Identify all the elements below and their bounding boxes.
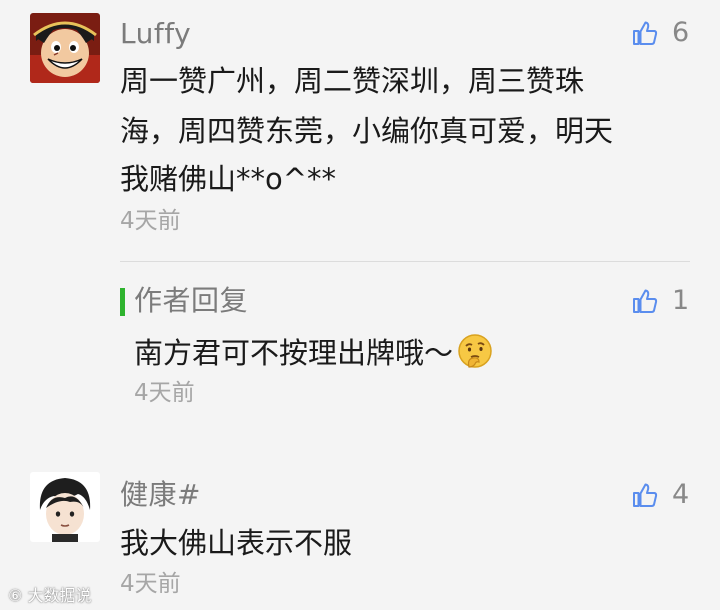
- comment-time: 4天前: [120, 208, 181, 234]
- author-reply-text: 南方君可不按理出牌哦～: [134, 336, 454, 370]
- anime-pirate-avatar-icon: [30, 13, 100, 83]
- divider: [120, 261, 690, 262]
- author-reply-text-row: 南方君可不按理出牌哦～: [134, 329, 493, 377]
- like-count: 1: [672, 285, 690, 316]
- like-count: 4: [672, 479, 690, 510]
- author-reply-label: 作者回复: [134, 284, 249, 317]
- thumbs-up-icon: [633, 289, 658, 313]
- comment-username[interactable]: Luffy: [120, 16, 191, 52]
- thinking-face-emoji-icon: [458, 334, 492, 368]
- avatar[interactable]: [30, 472, 100, 542]
- watermark-text: 大数据说: [27, 586, 92, 605]
- comment-username[interactable]: 健康#: [120, 477, 201, 513]
- comment-text-line: 我赌佛山**o^**: [120, 162, 337, 196]
- like-button[interactable]: 4: [632, 477, 689, 513]
- cartoon-boy-avatar-icon: [30, 472, 100, 542]
- avatar[interactable]: [30, 13, 100, 83]
- comment-text-line: 我大佛山表示不服: [120, 526, 353, 560]
- comment-time: 4天前: [120, 571, 181, 597]
- comment-text-line: 海，周四赞东莞，小编你真可爱，明天: [120, 114, 614, 148]
- author-reply-time: 4天前: [134, 380, 195, 406]
- thumbs-up-icon: [633, 21, 658, 45]
- thumbs-up-icon: [633, 483, 658, 507]
- watermark: ⑥ 大数据说: [8, 586, 91, 606]
- like-button[interactable]: 1: [632, 283, 689, 319]
- author-reply-accent-bar: [120, 288, 125, 316]
- comment-section: Luffy 6 周一赞广州，周二赞深圳，周三赞珠 海，周四赞东莞，小编你真可爱，…: [0, 0, 720, 610]
- comment-text-line: 周一赞广州，周二赞深圳，周三赞珠: [120, 64, 585, 98]
- like-button[interactable]: 6: [632, 15, 689, 51]
- watermark-icon: ⑥: [8, 586, 28, 605]
- like-count: 6: [672, 17, 690, 48]
